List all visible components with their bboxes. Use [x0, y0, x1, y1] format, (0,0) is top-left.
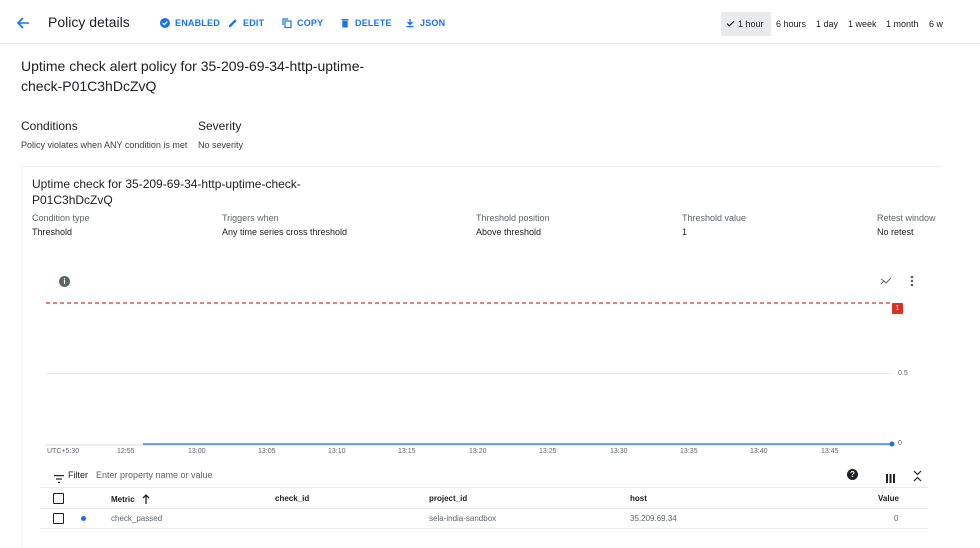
check-circle-icon [160, 18, 170, 28]
threshold-position-value: Above threshold [476, 227, 542, 237]
collapse-icon[interactable] [913, 469, 922, 487]
host-column-header[interactable]: host [630, 494, 647, 503]
filter-input[interactable] [96, 468, 596, 482]
download-icon [405, 18, 415, 28]
filter-bar: Filter [40, 462, 928, 488]
filter-list-icon[interactable] [54, 470, 64, 488]
copy-label: COPY [297, 18, 324, 28]
help-icon[interactable]: ? [847, 469, 858, 480]
metric-header-label: Metric [111, 495, 135, 504]
x-tick-label: 13:30 [610, 448, 628, 455]
range-label: 6 w [929, 19, 944, 29]
enabled-button[interactable]: ENABLED [160, 15, 220, 31]
y-tick-label: 0 [898, 440, 902, 447]
top-toolbar: Policy details ENABLED EDIT COPY DELETE … [0, 0, 980, 44]
series-color-dot [81, 516, 86, 521]
chart-plot [46, 302, 895, 447]
json-button[interactable]: JSON [405, 15, 445, 31]
x-tick-label: 13:15 [398, 448, 416, 455]
retest-window-value: No retest [877, 227, 914, 237]
page-title: Policy details [48, 14, 130, 30]
triggers-when-value: Any time series cross threshold [222, 227, 348, 237]
x-tick-label: 13:35 [680, 448, 698, 455]
threshold-value-value: 1 [682, 227, 688, 237]
copy-icon [282, 18, 292, 28]
range-label: 1 hour [738, 19, 764, 29]
check-id-column-header[interactable]: check_id [275, 494, 309, 503]
table-row-divider [40, 528, 928, 529]
table-header-divider [40, 508, 928, 509]
delete-label: DELETE [355, 18, 392, 28]
x-tick-label: 13:45 [821, 448, 839, 455]
condition-type-label: Condition type [32, 213, 90, 223]
severity-heading: Severity [198, 119, 242, 133]
metric-cell: check_passed [111, 514, 163, 523]
threshold-value-label: Threshold value [682, 213, 747, 223]
range-label: 6 hours [776, 19, 807, 29]
trash-icon [340, 18, 350, 28]
range-label: 1 week [848, 19, 877, 29]
more-vert-icon[interactable] [905, 274, 919, 288]
edit-button[interactable]: EDIT [228, 15, 264, 31]
conditions-heading: Conditions [21, 119, 78, 133]
x-tick-label: 12:55 [117, 448, 135, 455]
edit-label: EDIT [243, 18, 265, 28]
project-id-column-header[interactable]: project_id [429, 494, 467, 503]
condition-title: Uptime check for 35-209-69-34-http-uptim… [32, 177, 301, 207]
x-tick-label: UTC+5:30 [47, 448, 80, 455]
conditions-value: Policy violates when ANY condition is me… [21, 140, 188, 150]
info-icon[interactable]: i [59, 276, 70, 287]
range-1-week[interactable]: 1 week [848, 12, 877, 36]
project-id-cell: sela-india-sandbox [429, 514, 497, 523]
value-column-header[interactable]: Value [878, 494, 899, 503]
checkmark-icon [726, 19, 735, 30]
range-label: 1 month [886, 19, 919, 29]
host-cell: 35.209.69.34 [630, 514, 677, 523]
filter-label: Filter [68, 470, 88, 480]
threshold-position-label: Threshold position [476, 213, 550, 223]
chart-toggle-icon[interactable] [879, 274, 893, 288]
value-cell: 0 [894, 514, 899, 523]
range-6-weeks[interactable]: 6 w [929, 12, 980, 36]
range-1-month[interactable]: 1 month [886, 12, 919, 36]
arrow-upward-icon [142, 494, 150, 506]
x-tick-label: 13:05 [258, 448, 276, 455]
severity-value: No severity [198, 140, 244, 150]
series-endpoint [889, 441, 895, 447]
x-tick-label: 13:10 [328, 448, 346, 455]
select-all-checkbox[interactable] [53, 493, 64, 504]
retest-window-label: Retest window [877, 213, 936, 223]
y-tick-label: 0.5 [898, 369, 908, 377]
range-1-day[interactable]: 1 day [816, 12, 838, 36]
column-toggle-icon[interactable] [886, 470, 895, 488]
enabled-label: ENABLED [175, 18, 220, 28]
range-6-hours[interactable]: 6 hours [776, 12, 806, 36]
x-tick-label: 13:25 [539, 448, 557, 455]
x-tick-label: 13:00 [188, 448, 206, 455]
x-tick-label: 13:20 [469, 448, 487, 455]
condition-type-value: Threshold [32, 227, 73, 237]
json-label: JSON [420, 18, 446, 28]
copy-button[interactable]: COPY [282, 15, 323, 31]
policy-title: Uptime check alert policy for 35-209-69-… [21, 58, 365, 94]
delete-button[interactable]: DELETE [340, 15, 392, 31]
pencil-icon [228, 18, 238, 28]
triggers-when-label: Triggers when [222, 213, 279, 223]
metric-column-header[interactable]: Metric [111, 494, 150, 506]
back-arrow-icon[interactable] [12, 12, 34, 34]
row-checkbox[interactable] [53, 513, 64, 524]
range-1-hour[interactable]: 1 hour [721, 12, 771, 36]
range-label: 1 day [816, 19, 839, 29]
x-tick-label: 13:40 [750, 448, 768, 455]
threshold-badge: 1 [892, 303, 903, 314]
